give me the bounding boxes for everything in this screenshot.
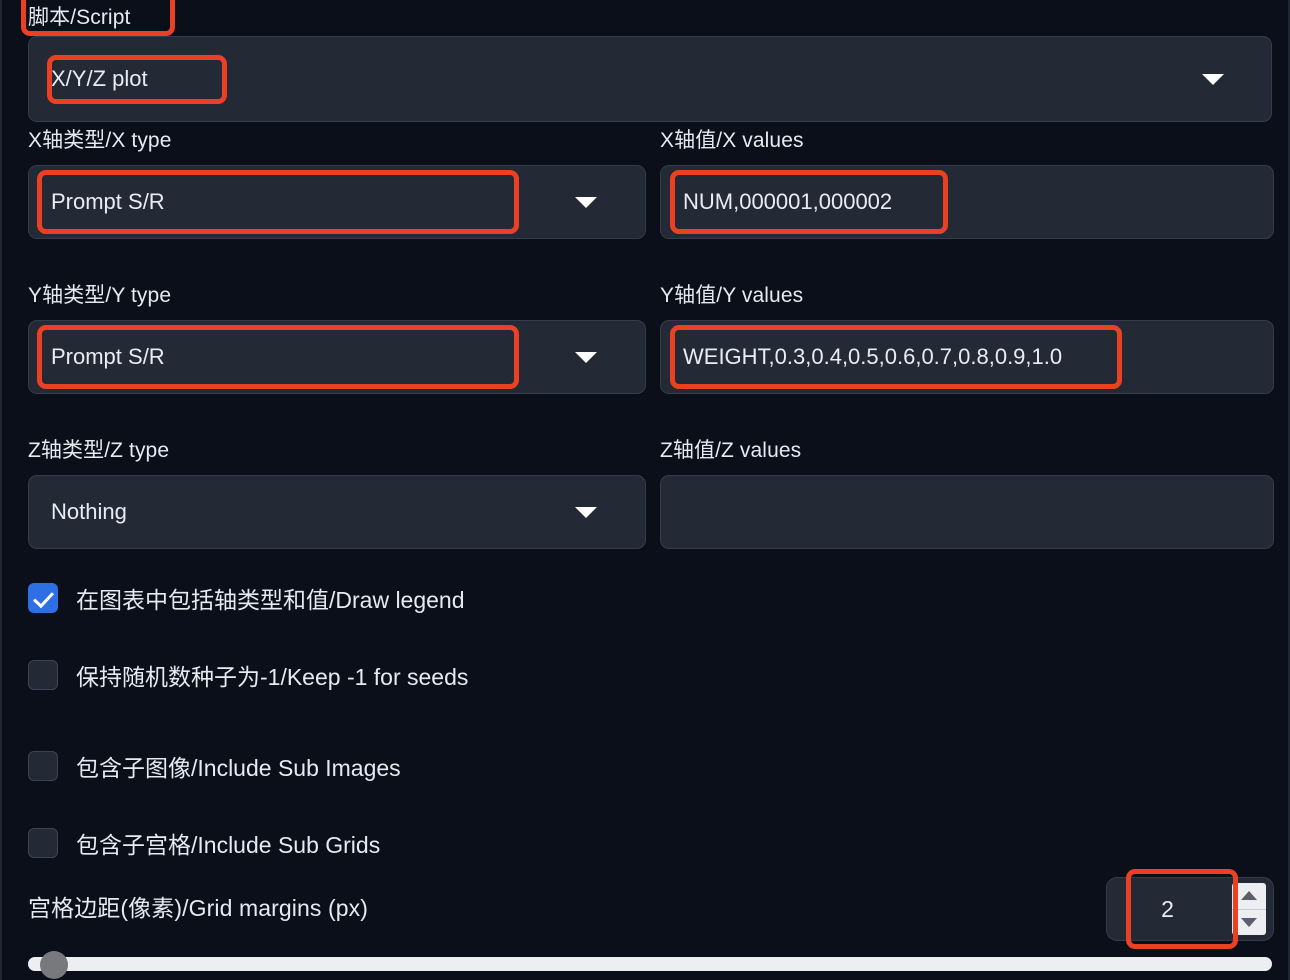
keep-minus-one-seeds-checkbox[interactable]: [28, 660, 58, 690]
z-values-label: Z轴值/Z values: [660, 439, 802, 462]
y-type-label: Y轴类型/Y type: [28, 284, 172, 307]
grid-margins-decrement-button[interactable]: [1232, 908, 1266, 936]
z-values-input[interactable]: [660, 475, 1274, 549]
triangle-up-icon: [1241, 891, 1257, 901]
triangle-down-icon: [1241, 917, 1257, 927]
y-values-input[interactable]: WEIGHT,0.3,0.4,0.5,0.6,0.7,0.8,0.9,1.0: [660, 320, 1274, 394]
grid-margins-stepper[interactable]: [1232, 883, 1266, 935]
draw-legend-checkbox[interactable]: [28, 583, 58, 613]
grid-margins-label: 宫格边距(像素)/Grid margins (px): [28, 895, 368, 921]
y-type-select[interactable]: Prompt S/R: [28, 320, 646, 394]
grid-margins-slider[interactable]: [28, 946, 1272, 980]
x-values-input[interactable]: NUM,000001,000002: [660, 165, 1274, 239]
chevron-down-icon: [575, 351, 597, 363]
chevron-down-icon: [575, 506, 597, 518]
include-sub-images-row[interactable]: 包含子图像/Include Sub Images: [28, 749, 401, 783]
slider-track[interactable]: [28, 957, 1272, 971]
keep-minus-one-seeds-label: 保持随机数种子为-1/Keep -1 for seeds: [76, 664, 469, 690]
chevron-down-icon: [1202, 73, 1224, 85]
grid-margins-increment-button[interactable]: [1232, 883, 1266, 909]
x-type-value: Prompt S/R: [51, 189, 165, 214]
z-type-label: Z轴类型/Z type: [28, 439, 170, 462]
include-sub-grids-row[interactable]: 包含子宫格/Include Sub Grids: [28, 826, 380, 860]
x-type-label: X轴类型/X type: [28, 129, 172, 152]
z-type-select[interactable]: Nothing: [28, 475, 646, 549]
y-values-label: Y轴值/Y values: [660, 284, 804, 307]
slider-thumb[interactable]: [40, 951, 68, 979]
script-label: 脚本/Script: [28, 6, 131, 29]
include-sub-images-checkbox[interactable]: [28, 751, 58, 781]
y-type-value: Prompt S/R: [51, 344, 165, 369]
include-sub-grids-label: 包含子宫格/Include Sub Grids: [76, 832, 381, 858]
draw-legend-label: 在图表中包括轴类型和值/Draw legend: [76, 587, 465, 613]
x-values-text: NUM,000001,000002: [683, 189, 893, 214]
grid-margins-value: 2: [1161, 895, 1174, 922]
z-type-value: Nothing: [51, 499, 127, 524]
chevron-down-icon: [575, 196, 597, 208]
script-select[interactable]: X/Y/Z plot: [28, 36, 1272, 122]
xyz-plot-script-panel: 脚本/Script X/Y/Z plot X轴类型/X type Prompt …: [0, 0, 1290, 980]
x-type-select[interactable]: Prompt S/R: [28, 165, 646, 239]
x-values-label: X轴值/X values: [660, 129, 804, 152]
include-sub-images-label: 包含子图像/Include Sub Images: [76, 755, 401, 781]
y-values-text: WEIGHT,0.3,0.4,0.5,0.6,0.7,0.8,0.9,1.0: [683, 344, 1063, 369]
grid-margins-number-input[interactable]: 2: [1106, 877, 1274, 941]
draw-legend-row[interactable]: 在图表中包括轴类型和值/Draw legend: [28, 581, 465, 615]
include-sub-grids-checkbox[interactable]: [28, 828, 58, 858]
script-select-value: X/Y/Z plot: [51, 66, 148, 91]
keep-minus-one-seeds-row[interactable]: 保持随机数种子为-1/Keep -1 for seeds: [28, 658, 468, 692]
